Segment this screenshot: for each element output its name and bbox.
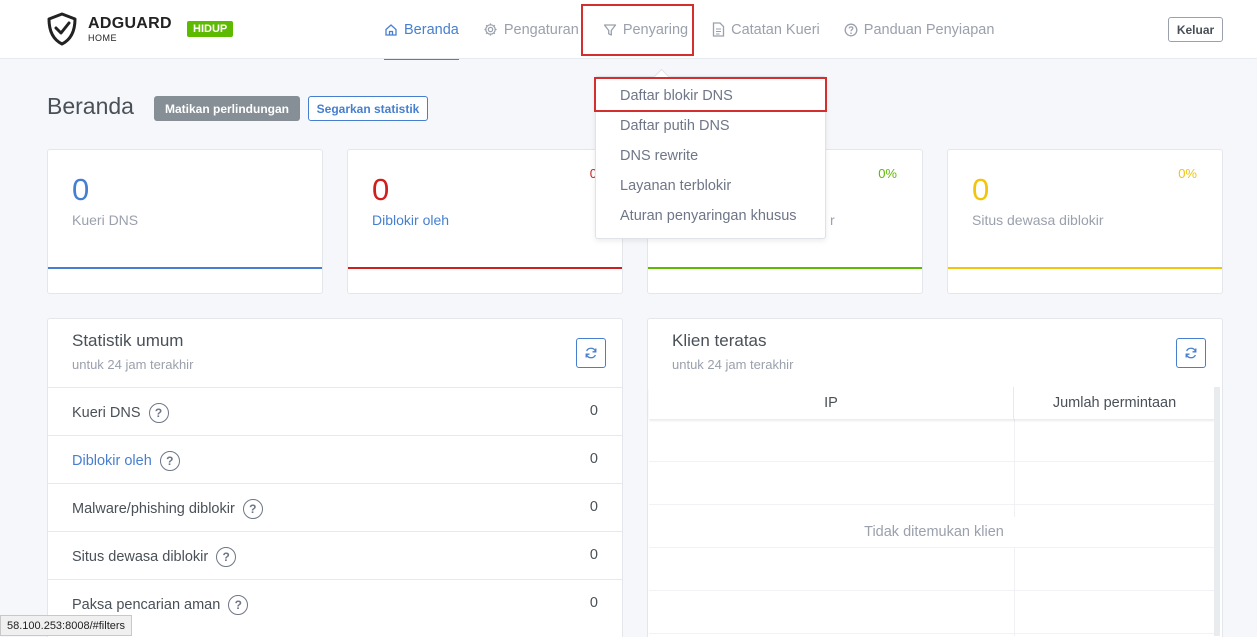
- protection-status-badge: HIDUP: [187, 21, 234, 37]
- logo-subtitle: HOME: [88, 32, 117, 43]
- general-stats-refresh-button[interactable]: [576, 338, 606, 368]
- stat-card-value: 0: [72, 172, 90, 207]
- menu-item-dns-rewrites[interactable]: DNS rewrite: [620, 148, 698, 164]
- stats-row-value: 0: [589, 451, 598, 467]
- stat-card-line: [348, 267, 622, 269]
- stat-card-label: r: [830, 212, 835, 228]
- filter-icon: [603, 23, 617, 37]
- top-clients-refresh-button[interactable]: [1176, 338, 1206, 368]
- stats-row-dns-queries: Kueri DNS? 0: [48, 387, 622, 435]
- nav-setup-guide[interactable]: Panduan Penyiapan: [832, 0, 1007, 59]
- stat-card-value: 0: [972, 172, 990, 207]
- main-nav: Beranda Pengaturan Penyaring Catatan Kue…: [372, 0, 1007, 60]
- stats-row-label: Situs dewasa diblokir: [72, 549, 209, 565]
- stat-card-percent: 0%: [1178, 166, 1197, 181]
- logo-title: ADGUARD: [88, 14, 172, 32]
- page-title: Beranda: [47, 93, 134, 119]
- table-row: [649, 548, 1215, 591]
- stat-card-line: [48, 267, 322, 269]
- stat-card-blocked: 0 Diblokir oleh 0: [347, 149, 623, 294]
- help-circle-icon: [844, 23, 858, 37]
- nav-filters-label: Penyaring: [622, 21, 689, 38]
- stats-row-blocked: Diblokir oleh? 0: [48, 435, 622, 483]
- no-clients-message: Tidak ditemukan klien: [844, 517, 1024, 547]
- refresh-icon: [585, 347, 597, 359]
- menu-item-blocked-services[interactable]: Layanan terblokir: [620, 178, 731, 194]
- question-icon[interactable]: ?: [159, 451, 180, 471]
- nav-home-label: Beranda: [404, 21, 459, 38]
- nav-setup-guide-label: Panduan Penyiapan: [863, 21, 995, 38]
- stat-card-line: [648, 267, 922, 269]
- shield-icon: [47, 12, 77, 46]
- table-row: [649, 591, 1215, 634]
- clients-table-header: IP Jumlah permintaan: [649, 387, 1215, 419]
- stats-row-label: Kueri DNS: [72, 405, 141, 421]
- menu-item-dns-allowlists[interactable]: Daftar putih DNS: [620, 118, 730, 134]
- top-clients-panel: Klien teratas untuk 24 jam terakhir IP J…: [647, 318, 1223, 637]
- home-icon: [384, 23, 398, 37]
- general-stats-panel: Statistik umum untuk 24 jam terakhir Kue…: [47, 318, 623, 637]
- stat-card-dns-queries: 0 Kueri DNS: [47, 149, 323, 294]
- top-header: ADGUARD HOME HIDUP Beranda Pengaturan Pe…: [0, 0, 1257, 60]
- nav-filters[interactable]: Penyaring: [591, 0, 700, 59]
- gear-icon: [483, 22, 498, 37]
- question-icon[interactable]: ?: [216, 547, 237, 567]
- table-row: [649, 462, 1215, 505]
- stats-row-value: 0: [589, 547, 598, 563]
- nav-query-log-label: Catatan Kueri: [731, 21, 820, 38]
- nav-settings-label: Pengaturan: [503, 21, 579, 38]
- stat-card-label[interactable]: Diblokir oleh: [372, 212, 449, 228]
- general-stats-subtitle: untuk 24 jam terakhir: [72, 357, 194, 372]
- top-clients-title: Klien teratas: [672, 331, 767, 350]
- general-stats-title: Statistik umum: [72, 331, 184, 350]
- adguard-logo[interactable]: ADGUARD HOME: [46, 12, 172, 46]
- browser-status-url: 58.100.253:8008/#filters: [0, 615, 133, 636]
- stats-row-malware: Malware/phishing diblokir? 0: [48, 483, 622, 531]
- logout-button[interactable]: Keluar: [1168, 17, 1223, 42]
- table-row: [649, 419, 1215, 462]
- stat-card-value: 0: [372, 172, 390, 207]
- column-header-ip[interactable]: IP: [649, 387, 1014, 419]
- stat-card-adult: 0 Situs dewasa diblokir 0%: [947, 149, 1223, 294]
- top-clients-subtitle: untuk 24 jam terakhir: [672, 357, 794, 372]
- stats-row-value: 0: [589, 499, 598, 515]
- stats-row-label: Malware/phishing diblokir: [72, 501, 235, 517]
- stats-row-value: 0: [589, 595, 598, 611]
- column-header-requests[interactable]: Jumlah permintaan: [1014, 387, 1215, 419]
- stat-card-label: Situs dewasa diblokir: [972, 212, 1104, 228]
- stats-row-label: Paksa pencarian aman: [72, 597, 221, 613]
- document-icon: [712, 22, 725, 37]
- question-icon[interactable]: ?: [228, 595, 249, 615]
- stats-row-safe-search: Paksa pencarian aman? 0: [48, 579, 622, 627]
- question-icon[interactable]: ?: [242, 499, 263, 519]
- nav-home[interactable]: Beranda: [372, 0, 471, 60]
- nav-settings[interactable]: Pengaturan: [471, 0, 591, 59]
- refresh-stats-button[interactable]: Segarkan statistik: [308, 96, 428, 121]
- question-icon[interactable]: ?: [148, 403, 169, 423]
- refresh-icon: [1185, 347, 1197, 359]
- menu-item-dns-blocklists[interactable]: Daftar blokir DNS: [620, 88, 733, 104]
- disable-protection-button[interactable]: Matikan perlindungan: [154, 96, 300, 121]
- stat-card-label: Kueri DNS: [72, 212, 139, 228]
- stat-card-percent: 0%: [878, 166, 897, 181]
- stats-row-adult: Situs dewasa diblokir? 0: [48, 531, 622, 579]
- table-scrollbar[interactable]: [1214, 387, 1220, 636]
- menu-item-custom-filtering-rules[interactable]: Aturan penyaringan khusus: [620, 208, 797, 224]
- nav-query-log[interactable]: Catatan Kueri: [700, 0, 832, 59]
- stats-row-value: 0: [589, 403, 598, 419]
- stat-card-line: [948, 267, 1222, 269]
- stats-row-label[interactable]: Diblokir oleh: [72, 453, 152, 469]
- filters-dropdown-menu: Daftar blokir DNS Daftar putih DNS DNS r…: [595, 76, 826, 239]
